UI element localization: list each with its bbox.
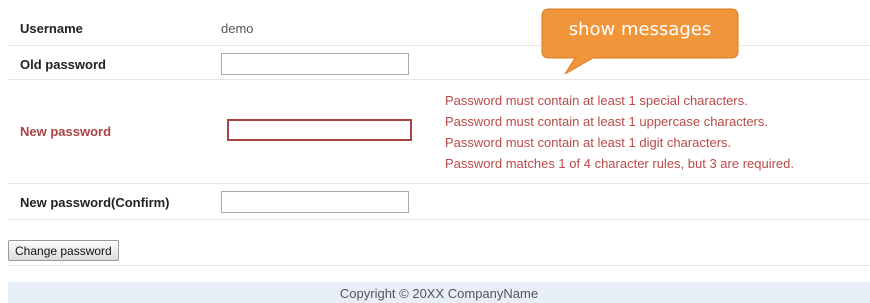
new-password-label: New password bbox=[20, 124, 112, 139]
confirm-password-row: New password(Confirm) bbox=[8, 184, 870, 220]
username-value: demo bbox=[221, 21, 254, 36]
divider bbox=[8, 265, 870, 266]
old-password-row: Old password bbox=[8, 46, 870, 80]
validation-message: Password matches 1 of 4 character rules,… bbox=[445, 156, 795, 171]
change-password-form: Username demo Old password New password … bbox=[8, 12, 870, 220]
old-password-input[interactable] bbox=[221, 53, 409, 75]
validation-message: Password must contain at least 1 digit c… bbox=[445, 135, 732, 150]
validation-message: Password must contain at least 1 special… bbox=[445, 93, 748, 108]
footer: Copyright © 20XX CompanyName bbox=[8, 282, 870, 303]
submit-area: Change password bbox=[8, 240, 119, 261]
validation-messages: Password must contain at least 1 special… bbox=[445, 90, 794, 174]
confirm-password-input[interactable] bbox=[221, 191, 409, 213]
change-password-button[interactable]: Change password bbox=[8, 240, 119, 261]
callout-text: show messages bbox=[568, 19, 712, 40]
username-label: Username bbox=[20, 21, 83, 36]
show-messages-callout: show messages bbox=[541, 8, 739, 75]
new-password-input[interactable] bbox=[227, 119, 412, 141]
confirm-password-label: New password(Confirm) bbox=[20, 195, 170, 210]
new-password-row: New password Password must contain at le… bbox=[8, 80, 870, 184]
validation-message: Password must contain at least 1 upperca… bbox=[445, 114, 768, 129]
old-password-label: Old password bbox=[20, 57, 106, 72]
username-row: Username demo bbox=[8, 12, 870, 46]
